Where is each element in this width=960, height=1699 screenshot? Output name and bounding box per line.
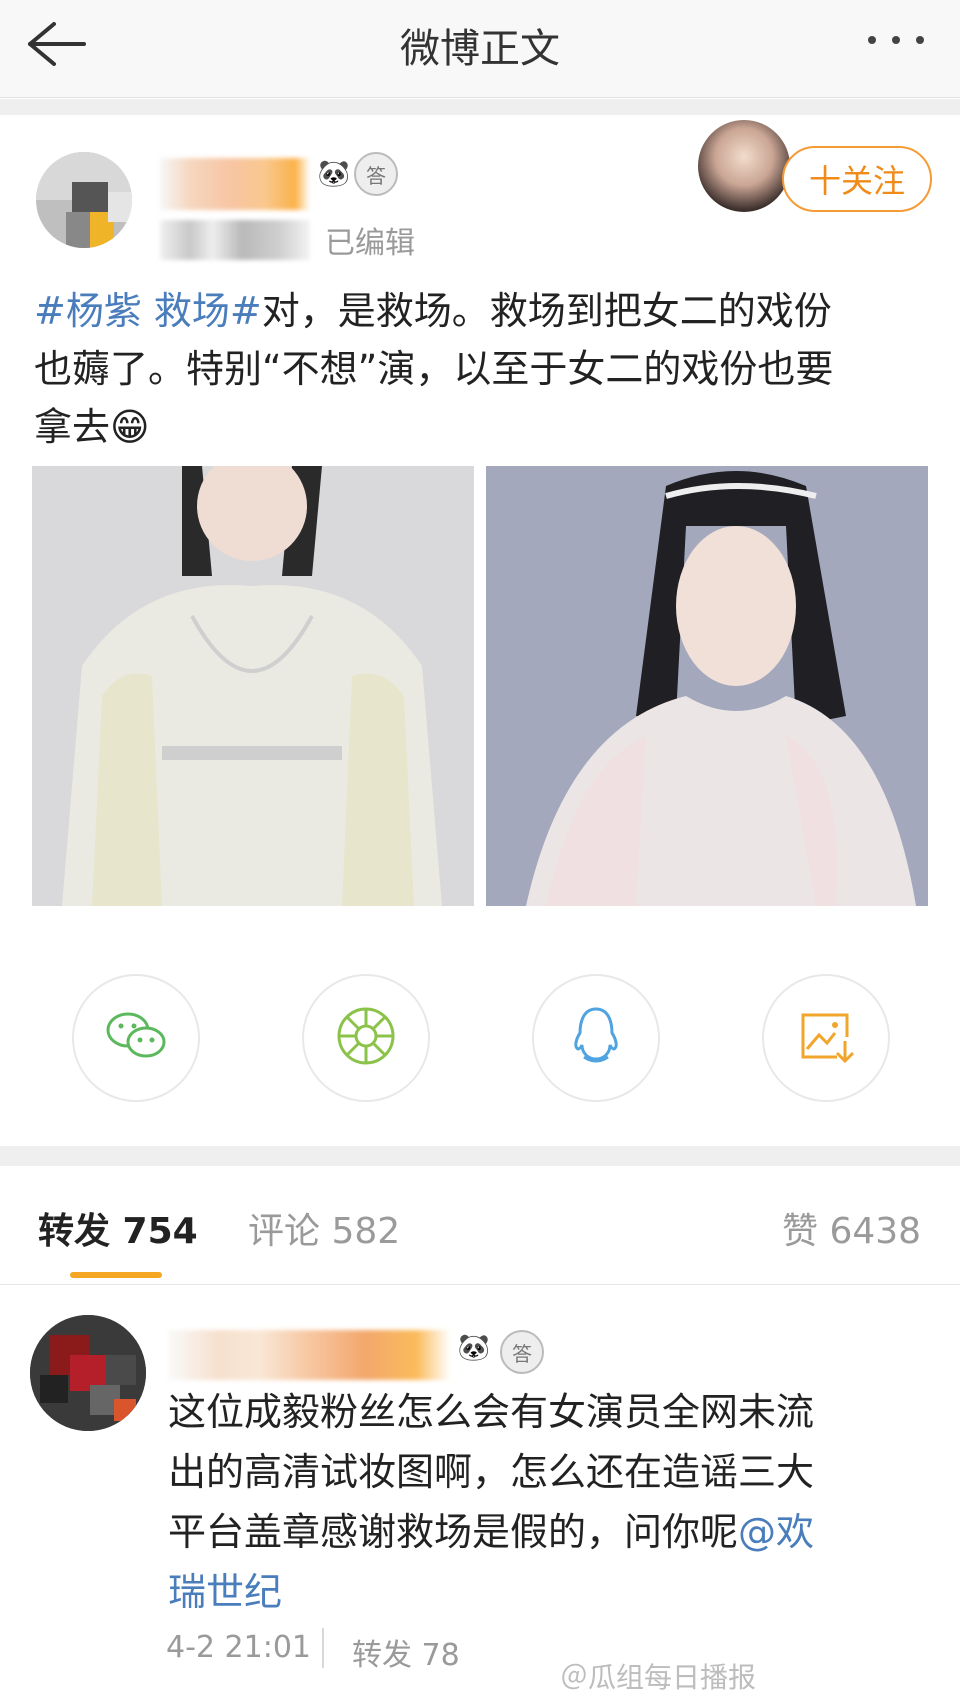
tab-divider [0, 1284, 960, 1285]
comment-body: 这位成毅粉丝怎么会有女演员全网未流 出的高清试妆图啊，怎么还在造谣三大 平台盖章… [168, 1382, 908, 1622]
qq-icon [570, 1005, 622, 1071]
comment-repost-count[interactable]: 转发 78 [352, 1630, 460, 1674]
moments-icon [335, 1005, 397, 1071]
post-body: #杨紫 救场#对，是救场。救场到把女二的戏份 也薅了。特别“不想”演，以至于女二… [34, 282, 934, 456]
panda-badge-icon: 🐼 [317, 159, 351, 189]
post-text-line1: 对，是救场。救场到把女二的戏份 [261, 289, 832, 333]
weibo-watermark: ＠瓜组每日播报 [560, 1661, 757, 1694]
commenter-name-blurred[interactable] [168, 1330, 450, 1380]
share-moments-button[interactable] [302, 974, 430, 1102]
save-image-icon [797, 1007, 855, 1069]
more-options-icon[interactable] [862, 20, 932, 60]
post-image-1[interactable] [32, 466, 474, 906]
section-divider [0, 99, 960, 115]
share-qq-button[interactable] [532, 974, 660, 1102]
commenter-avatar[interactable] [30, 1315, 146, 1431]
post-text-line2: 也薅了。特别“不想”演，以至于女二的戏份也要 [34, 347, 834, 391]
tab-like[interactable]: 赞 6438 [782, 1202, 921, 1254]
follow-user-avatar[interactable] [698, 120, 790, 212]
edited-label: 已编辑 [325, 226, 415, 261]
author-name-blurred[interactable] [160, 158, 310, 210]
tab-repost[interactable]: 转发 754 [38, 1202, 198, 1254]
author-subinfo-blurred [160, 220, 310, 260]
section-divider [0, 1146, 960, 1166]
active-tab-indicator [70, 1272, 162, 1278]
page-title: 微博正文 [400, 26, 560, 72]
comment-text-line1: 这位成毅粉丝怎么会有女演员全网未流 [168, 1390, 815, 1434]
comment-timestamp: 4-2 21:01 [166, 1630, 311, 1665]
save-image-button[interactable] [762, 974, 890, 1102]
follow-button[interactable]: 十关注 [782, 146, 932, 212]
medal-badge-icon: 答 [500, 1330, 544, 1374]
top-nav-bar: 微博正文 [0, 0, 960, 98]
tab-comment[interactable]: 评论 582 [248, 1202, 400, 1254]
meta-divider [322, 1628, 324, 1668]
panda-badge-icon: 🐼 [457, 1333, 491, 1363]
mention-link-continued[interactable]: 瑞世纪 [168, 1570, 282, 1614]
comment-text-line2: 出的高清试妆图啊，怎么还在造谣三大 [168, 1450, 815, 1494]
comment-text-line3: 平台盖章感谢救场是假的，问你呢 [168, 1510, 739, 1554]
medal-badge-icon: 答 [354, 152, 398, 196]
post-image-2[interactable] [486, 466, 928, 906]
post-text-line3: 拿去 [34, 405, 111, 449]
share-wechat-button[interactable] [72, 974, 200, 1102]
hashtag-link[interactable]: #杨紫 救场# [34, 289, 262, 333]
wechat-icon [104, 1008, 168, 1068]
author-avatar[interactable] [36, 152, 132, 248]
grin-emoji-icon: 😁 [110, 405, 150, 449]
mention-link[interactable]: @欢 [738, 1510, 814, 1554]
